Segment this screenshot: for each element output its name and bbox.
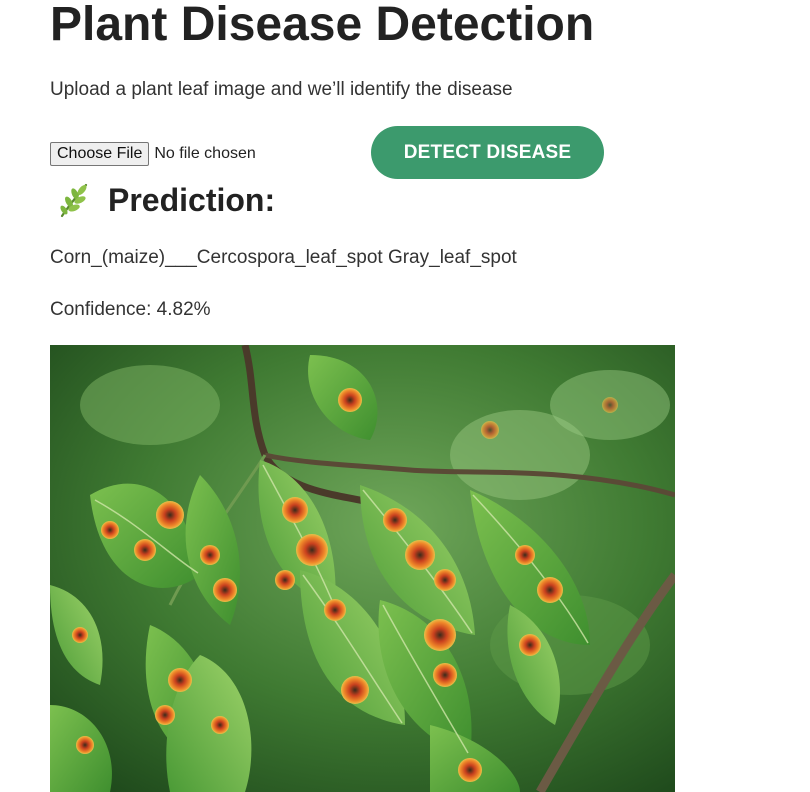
- confidence-text: Confidence: 4.82%: [50, 299, 211, 320]
- file-upload: Choose File No file chosen: [50, 142, 256, 166]
- prediction-heading: Prediction:: [56, 180, 275, 220]
- herb-icon: [56, 181, 90, 219]
- uploaded-leaf-image: [50, 345, 675, 792]
- choose-file-button[interactable]: Choose File: [50, 142, 150, 166]
- page-title: Plant Disease Detection: [50, 0, 595, 51]
- prediction-result: Corn_(maize)___Cercospora_leaf_spot Gray…: [50, 247, 517, 268]
- page-subtitle: Upload a plant leaf image and we’ll iden…: [50, 79, 513, 100]
- page: Plant Disease Detection Upload a plant l…: [0, 0, 810, 792]
- file-status: No file chosen: [154, 145, 256, 162]
- prediction-heading-label: Prediction:: [108, 182, 276, 218]
- detect-disease-button[interactable]: DETECT DISEASE: [371, 126, 604, 179]
